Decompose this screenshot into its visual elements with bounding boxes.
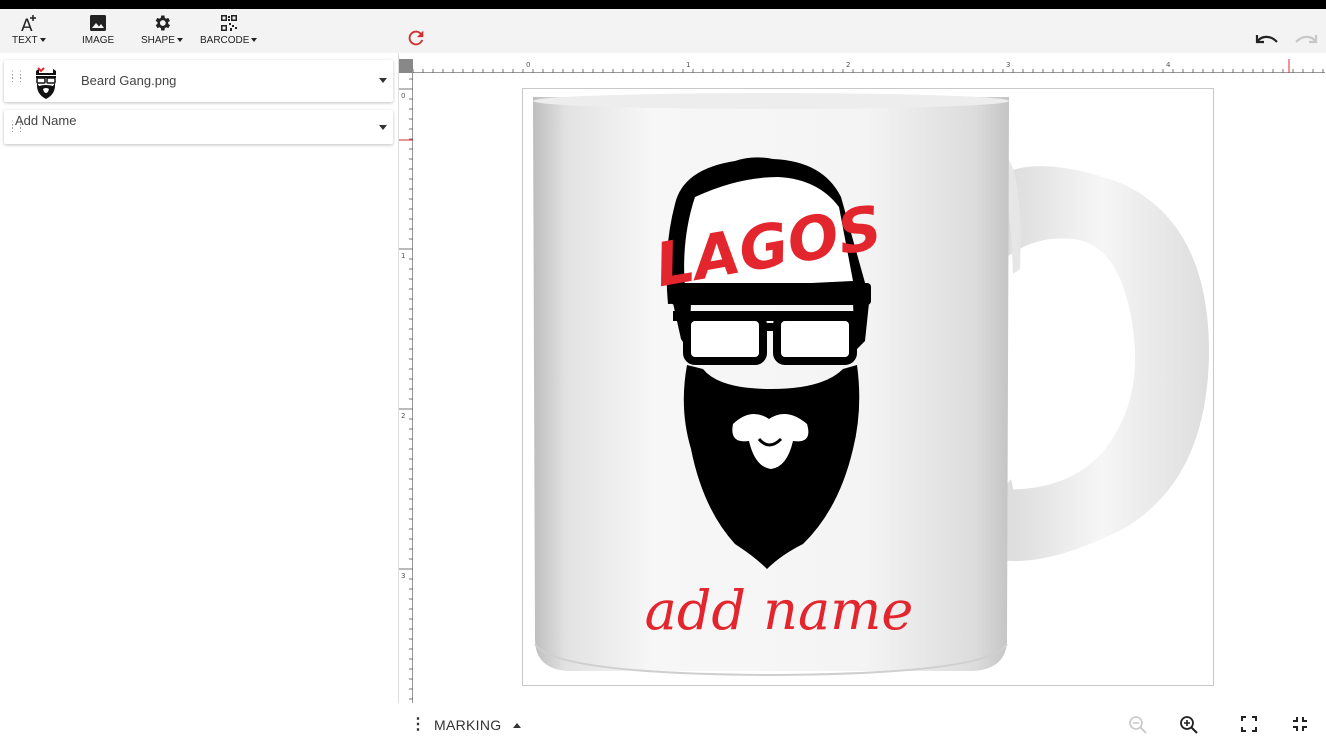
product-preview[interactable]: LAGOS add name (522, 88, 1214, 686)
chevron-down-icon[interactable] (379, 125, 387, 130)
ruler-label: 3 (1006, 61, 1010, 69)
layer-name: Add Name (15, 113, 77, 128)
shape-tool-button[interactable]: SHAPE (141, 13, 183, 46)
chevron-down-icon (176, 38, 183, 43)
bottom-bar: ⋮ MARKING (398, 703, 1326, 745)
barcode-tool-label: BARCODE (200, 35, 250, 46)
beard-gang-thumbnail (26, 62, 66, 100)
marking-label: MARKING (434, 717, 502, 733)
ruler-label: 0 (401, 92, 405, 100)
toolbar: A TEXT IMAGE SHAPE BARCODE (0, 9, 1326, 53)
more-vertical-icon: ⋮ (410, 716, 426, 733)
ruler-label: 2 (401, 412, 405, 420)
add-text-icon: A (19, 13, 39, 33)
chevron-down-icon (251, 38, 258, 43)
layers-panel: ⋮⋮ ⋮⋮ Beard Gang.png ⋮⋮ ⋮⋮ Add Name (0, 53, 397, 703)
undo-icon[interactable] (1254, 31, 1280, 52)
ruler-label: 1 (401, 252, 405, 260)
chevron-down-icon[interactable] (379, 78, 387, 83)
image-tool-label: IMAGE (82, 35, 115, 46)
marking-menu-button[interactable]: ⋮ MARKING (410, 716, 522, 733)
name-text: add name (645, 579, 914, 642)
horizontal-ruler: 0 1 2 3 4 (412, 59, 1325, 73)
ruler-label: 2 (846, 61, 850, 69)
layer-item-text[interactable]: ⋮⋮ ⋮⋮ Add Name (4, 110, 393, 144)
ruler-label: 4 (1166, 61, 1171, 69)
shape-tool-label: SHAPE (141, 35, 175, 46)
fullscreen-icon[interactable] (1240, 715, 1258, 738)
barcode-tool-button[interactable]: BARCODE (200, 13, 258, 46)
layer-item-image[interactable]: ⋮⋮ ⋮⋮ Beard Gang.png (4, 60, 393, 102)
image-tool-button[interactable]: IMAGE (82, 13, 114, 46)
chevron-down-icon (39, 38, 46, 43)
text-tool-label: TEXT (12, 35, 38, 46)
top-strip (0, 0, 1326, 9)
drag-handle-icon[interactable]: ⋮⋮ ⋮⋮ (8, 70, 25, 83)
refresh-icon[interactable] (405, 27, 427, 54)
ruler-label: 3 (401, 572, 405, 580)
design-canvas[interactable]: 0 1 2 3 4 0 1 2 3 LAGOS add name (398, 53, 1326, 703)
qr-code-icon (220, 13, 238, 33)
zoom-out-icon (1128, 715, 1148, 740)
gear-icon (152, 13, 172, 33)
ruler-label: 0 (526, 61, 530, 69)
ruler-label: 1 (686, 61, 690, 69)
image-icon (89, 13, 107, 33)
redo-icon (1293, 31, 1319, 52)
zoom-in-icon[interactable] (1179, 715, 1199, 740)
exit-fullscreen-icon[interactable] (1291, 715, 1309, 738)
layer-name: Beard Gang.png (81, 73, 177, 88)
text-tool-button[interactable]: A TEXT (12, 13, 46, 46)
ruler-corner (399, 59, 413, 73)
chevron-up-icon (513, 722, 522, 728)
vertical-ruler: 0 1 2 3 (399, 73, 413, 703)
